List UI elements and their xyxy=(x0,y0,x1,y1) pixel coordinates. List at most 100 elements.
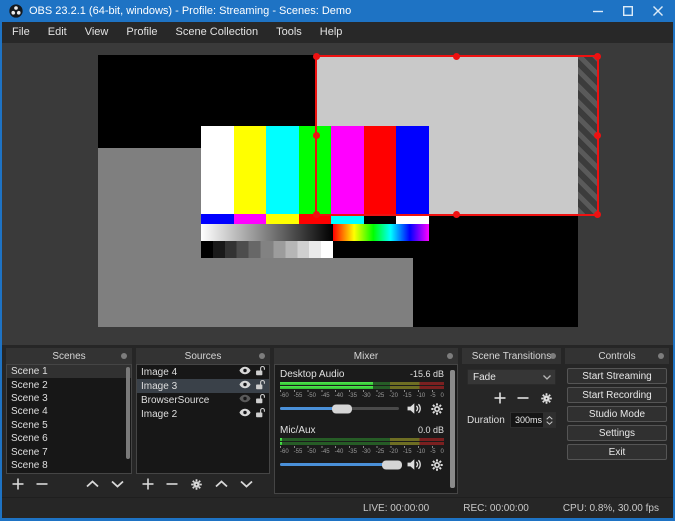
source-name: Image 3 xyxy=(141,380,178,392)
source-properties-gear-icon[interactable] xyxy=(190,478,203,491)
settings-button[interactable]: Settings xyxy=(567,425,667,441)
window-title: OBS 23.2.1 (64-bit, windows) - Profile: … xyxy=(29,5,352,17)
transitions-panel-header[interactable]: Scene Transitions xyxy=(462,348,561,364)
transition-select[interactable]: Fade xyxy=(467,369,556,385)
scene-move-down-button[interactable] xyxy=(111,480,124,488)
scene-list-item[interactable]: Scene 1 xyxy=(7,365,131,379)
titlebar[interactable]: OBS 23.2.1 (64-bit, windows) - Profile: … xyxy=(2,0,673,22)
menu-profile[interactable]: Profile xyxy=(117,22,166,43)
speaker-icon[interactable] xyxy=(406,458,423,471)
scenes-scrollbar[interactable] xyxy=(126,367,130,459)
menu-scene-collection[interactable]: Scene Collection xyxy=(167,22,268,43)
mixer-panel-header[interactable]: Mixer xyxy=(274,348,458,364)
remove-transition-button[interactable] xyxy=(517,392,529,404)
preview-area[interactable] xyxy=(2,43,673,345)
close-button[interactable] xyxy=(643,0,673,22)
scene-list-item[interactable]: Scene 4 xyxy=(7,405,131,418)
channel-settings-gear-icon[interactable] xyxy=(430,458,444,472)
visibility-eye-icon[interactable] xyxy=(239,366,251,378)
add-scene-button[interactable] xyxy=(12,478,24,490)
meter-tick-label: -60 xyxy=(280,393,289,399)
minimize-button[interactable] xyxy=(583,0,613,22)
source-list-item[interactable]: Image 4 xyxy=(137,365,269,379)
remove-source-button[interactable] xyxy=(166,478,178,490)
spin-down-icon[interactable] xyxy=(545,420,553,425)
menu-view[interactable]: View xyxy=(76,22,118,43)
source-move-down-button[interactable] xyxy=(240,480,253,488)
studio-mode-button[interactable]: Studio Mode xyxy=(567,406,667,422)
meter-tick-label: -25 xyxy=(375,449,385,455)
scenes-list[interactable]: Scene 1 Scene 2 Scene 3 Scene 4 Scene 5 … xyxy=(6,364,132,474)
mixer-scrollbar[interactable] xyxy=(450,370,455,488)
dock-pin-icon xyxy=(550,353,556,359)
meter-tick-label: -35 xyxy=(348,393,357,399)
channel-level-db: 0.0 dB xyxy=(417,425,444,435)
lock-icon[interactable] xyxy=(255,365,265,379)
menu-tools[interactable]: Tools xyxy=(267,22,311,43)
spin-up-icon[interactable] xyxy=(545,415,553,420)
lock-icon[interactable] xyxy=(255,393,265,407)
sources-toolbar xyxy=(136,474,270,494)
scenes-panel-header[interactable]: Scenes xyxy=(6,348,132,364)
scene-list-item[interactable]: Scene 6 xyxy=(7,432,131,445)
volume-slider-handle[interactable] xyxy=(381,460,402,469)
volume-slider-handle[interactable] xyxy=(331,404,352,413)
channel-settings-gear-icon[interactable] xyxy=(430,402,444,416)
sources-panel-header[interactable]: Sources xyxy=(136,348,270,364)
visibility-eye-icon[interactable] xyxy=(239,380,251,392)
transitions-body: Fade Duration 300ms xyxy=(462,364,561,428)
menu-file[interactable]: File xyxy=(3,22,39,43)
lock-icon[interactable] xyxy=(255,407,265,421)
menu-help[interactable]: Help xyxy=(311,22,352,43)
controls-panel-header[interactable]: Controls xyxy=(565,348,669,364)
speaker-icon[interactable] xyxy=(406,402,423,415)
selection-handle-mid-left[interactable] xyxy=(313,131,320,139)
scene-list-item[interactable]: Scene 5 xyxy=(7,419,131,432)
volume-meter xyxy=(280,382,444,385)
scene-transitions-panel: Scene Transitions Fade Duration 300ms xyxy=(462,348,561,494)
selection-handle-mid-right[interactable] xyxy=(594,131,601,139)
source-list-item[interactable]: Image 3 xyxy=(137,379,269,393)
start-streaming-button[interactable]: Start Streaming xyxy=(567,368,667,384)
selection-handle-top-right[interactable] xyxy=(594,53,601,60)
selection-handle-bottom-left[interactable] xyxy=(313,211,320,218)
menu-edit[interactable]: Edit xyxy=(39,22,76,43)
add-transition-button[interactable] xyxy=(494,392,506,404)
duration-spinbox[interactable]: 300ms xyxy=(510,412,556,428)
add-source-button[interactable] xyxy=(142,478,154,490)
scene-list-item[interactable]: Scene 8 xyxy=(7,459,131,472)
selection-box[interactable] xyxy=(313,53,601,218)
exit-button[interactable]: Exit xyxy=(567,444,667,460)
dock-area: Scenes Scene 1 Scene 2 Scene 3 Scene 4 S… xyxy=(2,345,673,497)
maximize-button[interactable] xyxy=(613,0,643,22)
source-list-item[interactable]: Image 2 xyxy=(137,407,269,421)
visibility-eye-icon-hidden[interactable] xyxy=(239,394,251,406)
scene-list-item[interactable]: Scene 2 xyxy=(7,378,131,391)
sources-list[interactable]: Image 4 Image 3 BrowserSource Image 2 xyxy=(136,364,270,474)
scene-list-item[interactable]: Scene 7 xyxy=(7,445,131,458)
live-time: LIVE: 00:00:00 xyxy=(363,502,430,514)
selection-handle-top-mid[interactable] xyxy=(453,53,460,60)
transition-properties-gear-icon[interactable] xyxy=(540,392,553,405)
visibility-eye-icon[interactable] xyxy=(239,408,251,420)
meter-tick-marks xyxy=(280,446,444,448)
meter-tick-label: -50 xyxy=(307,393,316,399)
start-recording-button[interactable]: Start Recording xyxy=(567,387,667,403)
source-list-item[interactable]: BrowserSource xyxy=(137,393,269,407)
volume-slider[interactable] xyxy=(280,459,402,470)
selection-handle-top-left[interactable] xyxy=(313,53,320,60)
scene-list-item[interactable]: Scene 9 xyxy=(7,472,131,473)
scene-move-up-button[interactable] xyxy=(86,480,99,488)
meter-tick-label: -25 xyxy=(375,393,385,399)
scene-list-item[interactable]: Scene 3 xyxy=(7,392,131,405)
selection-handle-bottom-right[interactable] xyxy=(594,211,601,218)
sources-panel-title: Sources xyxy=(184,350,222,362)
meter-tick-label: -55 xyxy=(293,449,303,455)
lock-icon[interactable] xyxy=(255,379,265,393)
window-controls xyxy=(583,0,673,22)
source-move-up-button[interactable] xyxy=(215,480,228,488)
remove-scene-button[interactable] xyxy=(36,478,48,490)
channel-name: Desktop Audio xyxy=(280,369,345,380)
volume-slider[interactable] xyxy=(280,403,399,414)
selection-handle-bottom-mid[interactable] xyxy=(453,211,460,218)
